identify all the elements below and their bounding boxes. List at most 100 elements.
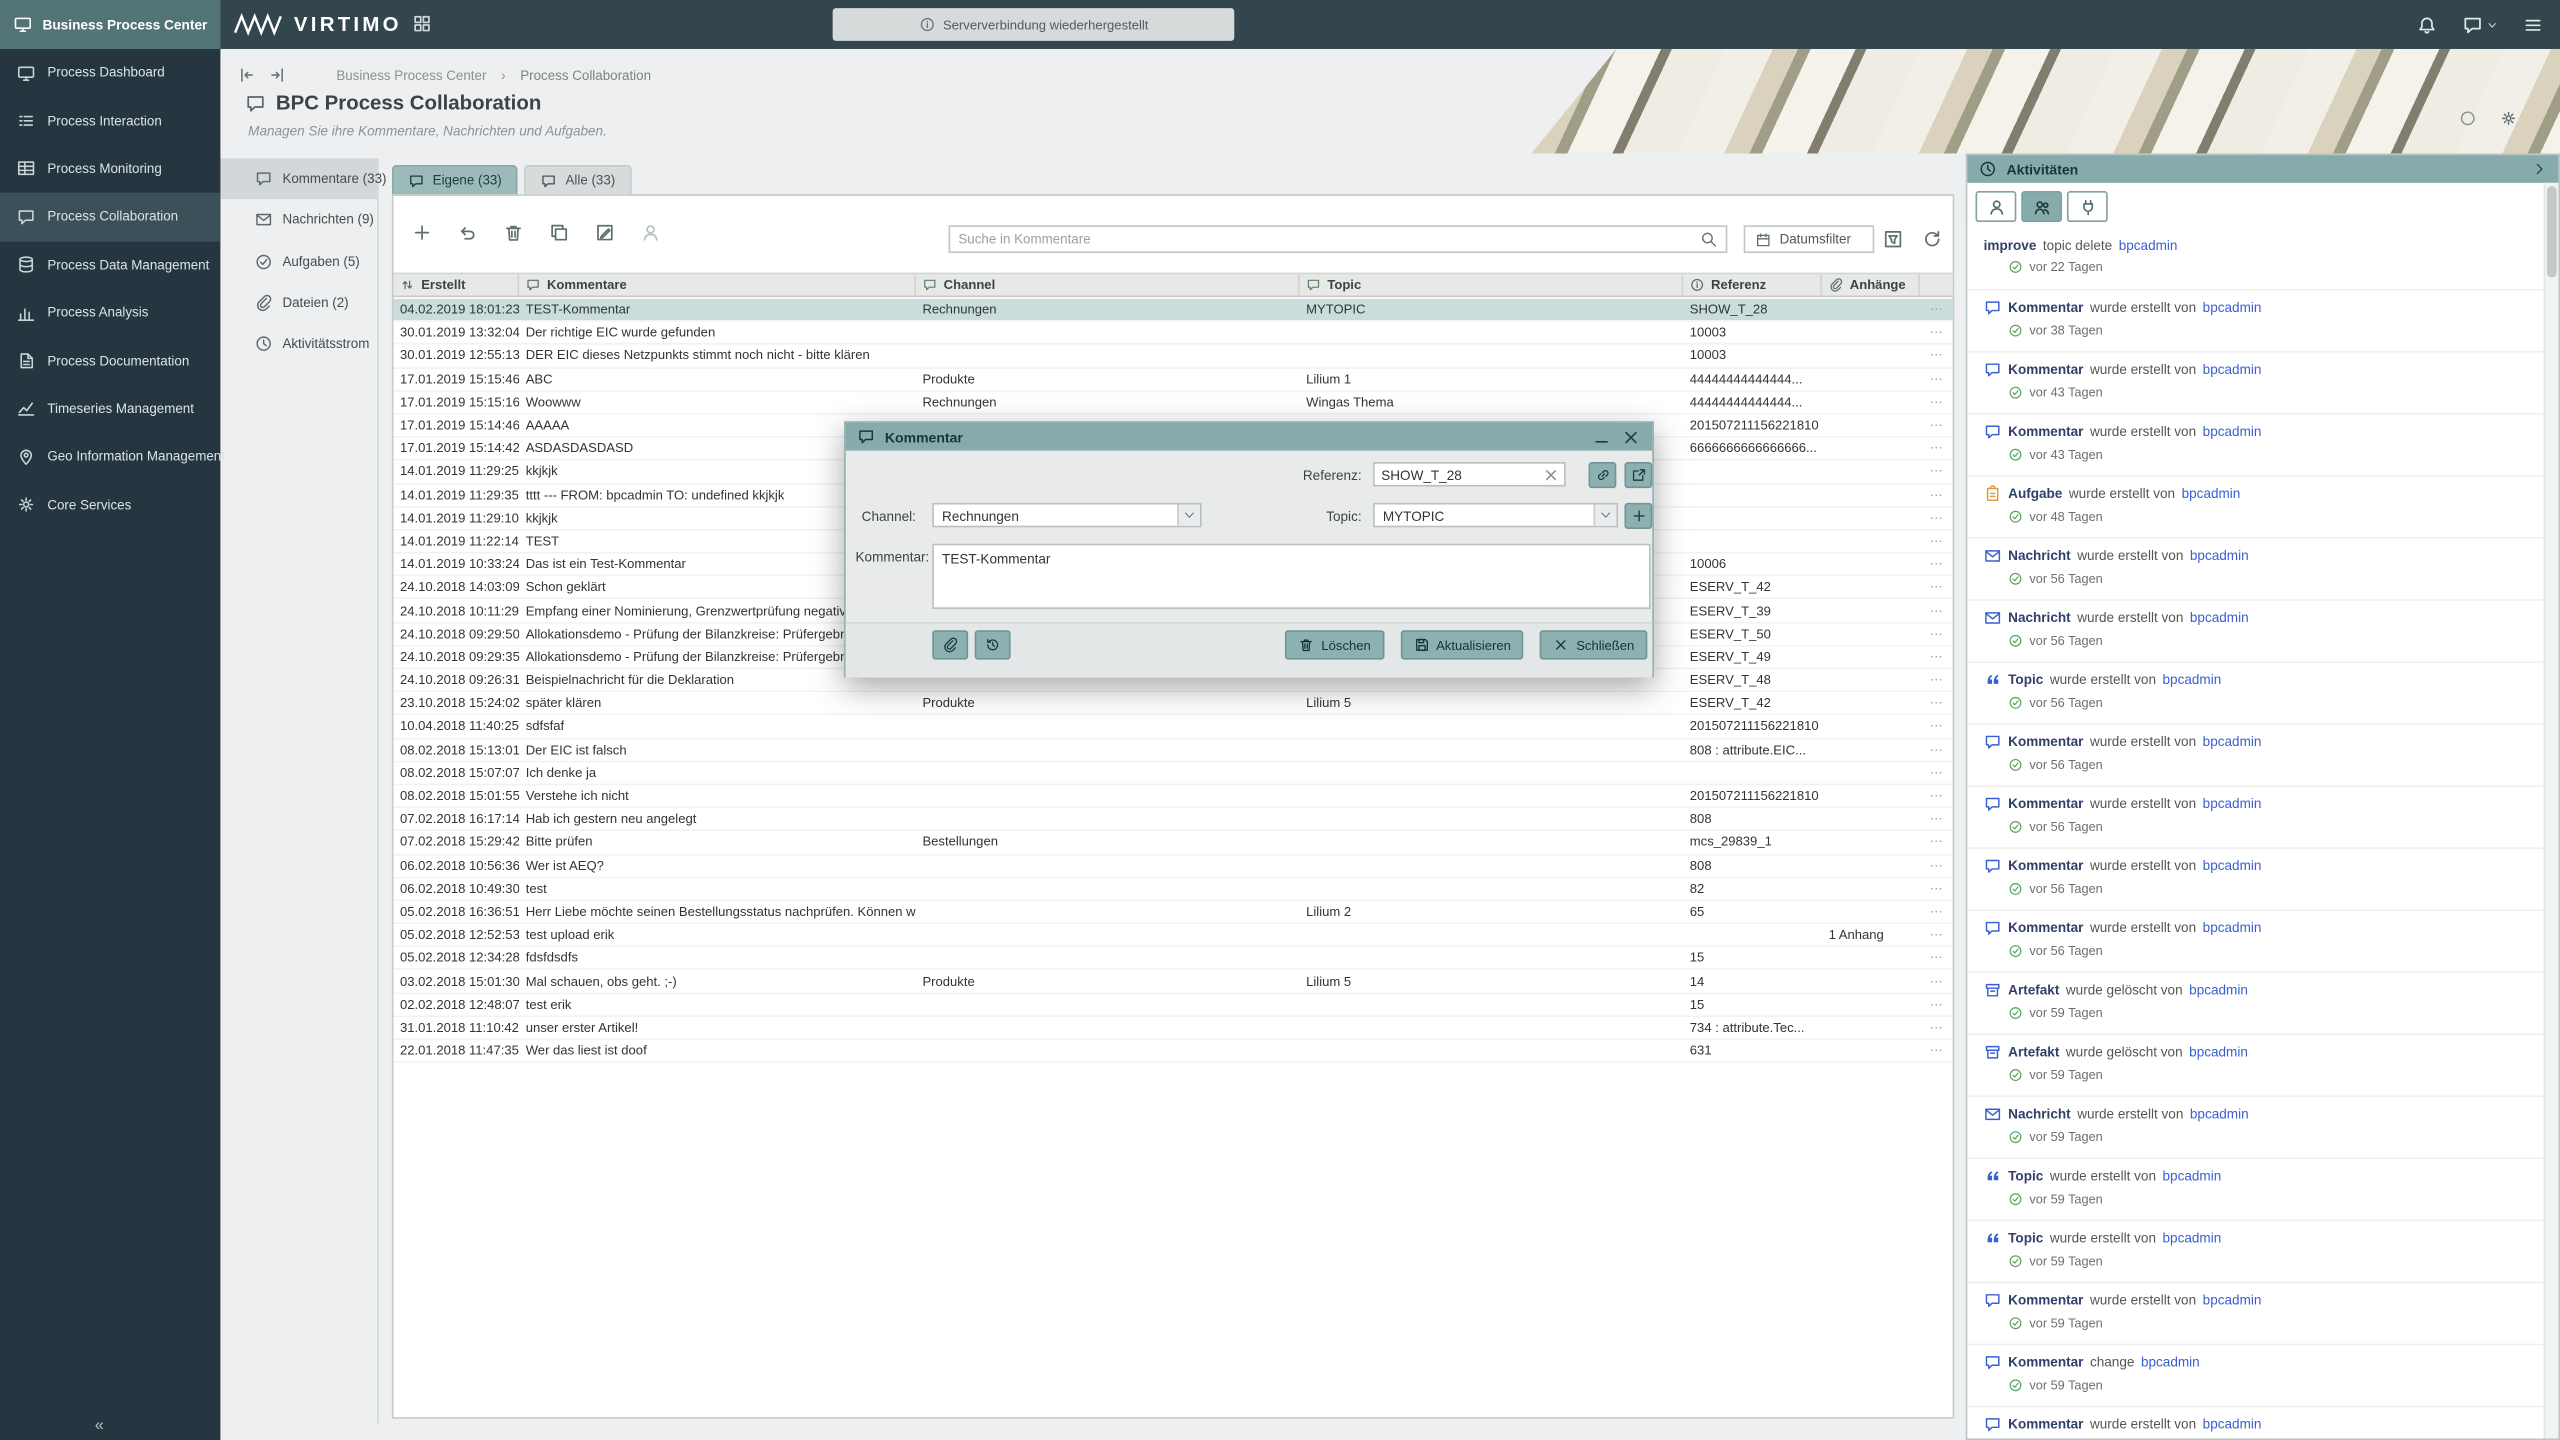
minimize-icon[interactable] [1592,427,1612,447]
activity-item[interactable]: Kommentar wurde erstellt von bpcadmin vor 5… [1967,786,2544,849]
user-link[interactable]: bpcadmin [2190,1105,2249,1121]
column-header-topic[interactable]: Topic [1300,274,1684,296]
row-overflow-menu[interactable]: ⋯ [1920,997,1953,1012]
activity-item[interactable]: Kommentar wurde erstellt von bpcadmin vor 4… [1967,414,2544,477]
user-link[interactable]: bpcadmin [2203,1416,2262,1432]
search-icon[interactable] [1700,230,1718,248]
edit-comment-button[interactable] [589,217,620,248]
breadcrumb-current[interactable]: Process Collaboration [520,69,651,84]
row-overflow-menu[interactable]: ⋯ [1920,487,1953,502]
clear-referenz-icon[interactable] [1541,464,1561,484]
row-overflow-menu[interactable]: ⋯ [1920,557,1953,572]
table-row[interactable]: 05.02.2018 12:52:53 test upload erik 1 Anh… [393,924,1953,948]
row-overflow-menu[interactable]: ⋯ [1920,974,1953,989]
activity-item[interactable]: Kommentar change bpcadmin vor 59 Tagen [1967,1345,2544,1408]
table-row[interactable]: 30.01.2019 12:55:13 DER EIC dieses Netzpu… [393,345,1953,369]
copy-button[interactable] [544,217,575,248]
filter-own-button[interactable] [1975,191,2017,223]
row-overflow-menu[interactable]: ⋯ [1920,765,1953,780]
sidebar-item-timeseries-management[interactable]: Timeseries Management [0,385,220,433]
topic-select[interactable]: MYTOPIC [1373,502,1618,528]
user-link[interactable]: bpcadmin [2119,236,2178,252]
activity-item[interactable]: Kommentar wurde erstellt von bpcadmin vor 5… [1967,724,2544,787]
link-referenz-button[interactable] [1588,462,1617,489]
row-overflow-menu[interactable]: ⋯ [1920,1020,1953,1035]
table-row[interactable]: 02.02.2018 12:48:07 test erik 15 ⋯ [393,993,1953,1017]
table-row[interactable]: 03.02.2018 15:01:30 Mal schauen, obs geht… [393,970,1953,994]
close-icon[interactable] [1621,427,1641,447]
table-row[interactable]: 22.01.2018 11:47:35 Wer das liest ist doo… [393,1039,1953,1064]
table-row[interactable]: 06.02.2018 10:49:30 test 82 ⋯ [393,877,1953,902]
row-overflow-menu[interactable]: ⋯ [1920,464,1953,479]
column-header-anh-nge[interactable]: Anhänge [1822,274,1920,296]
row-overflow-menu[interactable]: ⋯ [1920,626,1953,641]
column-header-kommentare[interactable]: Kommentare [519,274,916,296]
subnav-item-aktivit-tsstrom[interactable]: Aktivitätsstrom [220,324,377,365]
subnav-item-aufgaben-5[interactable]: Aufgaben (5) [220,241,377,282]
update-button[interactable]: Aktualisieren [1400,630,1524,660]
user-link[interactable]: bpcadmin [2203,795,2262,811]
row-overflow-menu[interactable]: ⋯ [1920,349,1953,364]
assign-user-button[interactable] [635,217,666,248]
row-overflow-menu[interactable]: ⋯ [1920,719,1953,734]
row-overflow-menu[interactable]: ⋯ [1920,441,1953,456]
messages-menu[interactable] [2462,14,2498,35]
nav-back-icon[interactable] [237,65,257,85]
user-link[interactable]: bpcadmin [2163,671,2222,687]
activity-item[interactable]: Nachricht wurde erstellt von bpcadmin vor 5… [1967,538,2544,601]
row-overflow-menu[interactable]: ⋯ [1920,742,1953,757]
activity-item[interactable]: Kommentar wurde erstellt von bpcadmin vor 5… [1967,911,2544,974]
user-link[interactable]: bpcadmin [2182,485,2241,501]
table-row[interactable]: 05.02.2018 16:36:51 Herr Liebe möchte sei… [393,901,1953,925]
app-switcher[interactable]: Business Process Center [0,0,221,49]
table-row[interactable]: 17.01.2019 15:15:16 Woowww Rechnungen Winga… [393,391,1953,415]
row-overflow-menu[interactable]: ⋯ [1920,603,1953,618]
subnav-item-nachrichten-9[interactable]: Nachrichten (9) [220,200,377,241]
search-input[interactable] [958,231,1694,247]
table-row[interactable]: 04.02.2019 18:01:23 TEST-Kommentar Rechnun… [393,298,1953,322]
date-filter[interactable]: Datumsfilter [1743,225,1875,254]
sidebar-item-process-data-management[interactable]: Process Data Management [0,241,220,289]
row-overflow-menu[interactable]: ⋯ [1920,650,1953,665]
row-overflow-menu[interactable]: ⋯ [1920,928,1953,943]
reply-button[interactable] [452,217,483,248]
activity-item[interactable]: Nachricht wurde erstellt von bpcadmin vor 5… [1967,600,2544,663]
user-link[interactable]: bpcadmin [2203,423,2262,439]
activity-item[interactable]: Kommentar wurde erstellt von bpcadmin [1967,1407,2544,1439]
column-header-channel[interactable]: Channel [916,274,1300,296]
row-overflow-menu[interactable]: ⋯ [1920,789,1953,804]
row-overflow-menu[interactable]: ⋯ [1920,951,1953,966]
activity-item[interactable]: Artefakt wurde gelöscht von bpcadmin vor 59… [1967,1035,2544,1098]
row-overflow-menu[interactable]: ⋯ [1920,858,1953,873]
breadcrumb-root[interactable]: Business Process Center [336,69,486,84]
user-link[interactable]: bpcadmin [2141,1353,2200,1369]
table-row[interactable]: 05.02.2018 12:34:28 fdsfdsdfs 15 ⋯ [393,947,1953,971]
dialog-titlebar[interactable]: Kommentar [845,422,1653,451]
filter-all-users-button[interactable] [2021,191,2063,223]
add-topic-button[interactable] [1624,502,1653,529]
user-link[interactable]: bpcadmin [2203,919,2262,935]
nav-forward-icon[interactable] [268,65,288,85]
settings-gear-icon[interactable] [2500,109,2518,127]
apps-grid-icon[interactable] [411,13,432,34]
sidebar-item-process-dashboard[interactable]: Process Dashboard [0,49,220,97]
table-row[interactable]: 07.02.2018 16:17:14 Hab ich gestern neu a… [393,808,1953,832]
referenz-input[interactable] [1374,466,1542,483]
delete-button[interactable]: Löschen [1285,630,1384,660]
row-overflow-menu[interactable]: ⋯ [1920,696,1953,711]
activity-item[interactable]: Topic wurde erstellt von bpcadmin vor 59 Ta… [1967,1221,2544,1284]
table-row[interactable]: 07.02.2018 15:29:42 Bitte prüfen Bestellun… [393,831,1953,855]
menu-icon[interactable] [2522,14,2543,35]
activity-item[interactable]: Kommentar wurde erstellt von bpcadmin vor 5… [1967,1283,2544,1346]
history-button[interactable] [974,630,1011,660]
sidebar-item-process-collaboration[interactable]: Process Collaboration [0,192,221,241]
attachment-button[interactable] [932,630,969,660]
filter-system-button[interactable] [2066,191,2108,223]
activity-item[interactable]: Kommentar wurde erstellt von bpcadmin vor 3… [1967,290,2544,353]
row-overflow-menu[interactable]: ⋯ [1920,580,1953,595]
user-link[interactable]: bpcadmin [2189,1043,2248,1059]
row-overflow-menu[interactable]: ⋯ [1920,534,1953,549]
bell-icon[interactable] [2416,14,2437,35]
table-row[interactable]: 31.01.2018 11:10:42 unser erster Artikel!… [393,1016,1953,1040]
row-overflow-menu[interactable]: ⋯ [1920,904,1953,919]
